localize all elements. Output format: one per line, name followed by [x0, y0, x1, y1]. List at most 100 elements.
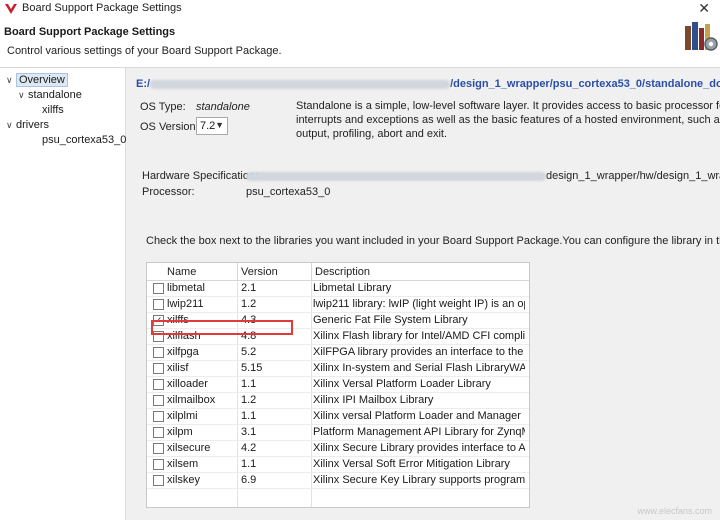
library-description: Xilinx Versal Soft Error Mitigation Libr… [313, 458, 510, 470]
redacted-path [246, 171, 546, 181]
redacted-path [150, 79, 451, 89]
library-name: xilsecure [167, 442, 211, 454]
os-description: Standalone is a simple, low-level softwa… [296, 99, 720, 143]
hw-spec-suffix: design_1_wrapper/hw/design_1_wrapper [546, 170, 720, 182]
bsp-navigator-tree: ∨ Overview ∨ standalone xilffs ∨ drivers ps… [0, 68, 126, 520]
column-header-version[interactable]: Version [241, 266, 278, 278]
dialog-header: Board Support Package Settings Control v… [0, 18, 720, 68]
os-version-value: 7.2 [200, 120, 216, 132]
library-name: lwip211 [167, 298, 204, 310]
domain-path: E:/ /design_1_wrapper/psu_cortexa53_0/sta… [136, 78, 720, 94]
window-titlebar: Board Support Package Settings ✕ [0, 0, 720, 18]
column-divider [311, 263, 312, 281]
description-line: interrupts and exceptions as well as the… [296, 114, 720, 126]
column-divider [237, 263, 238, 281]
library-row[interactable]: xilmailbox 1.2 Xilinx IPI Mailbox Library [147, 393, 529, 409]
library-row[interactable]: xilfpga 5.2 XilFPGA library provides an in… [147, 345, 529, 361]
library-row[interactable]: xilisf 5.15 Xilinx In-system and Serial Fl… [147, 361, 529, 377]
header-title: Board Support Package Settings [4, 26, 176, 38]
library-row[interactable]: xilskey 6.9 Xilinx Secure Key Library supp… [147, 473, 529, 489]
library-checkbox[interactable] [153, 363, 164, 374]
library-row[interactable]: lwip211 1.2 lwip211 library: lwIP (light w… [147, 297, 529, 313]
library-description: Xilinx Versal Platform Loader Library [313, 378, 491, 390]
library-version: 3.1 [241, 426, 257, 438]
library-version: 1.1 [241, 410, 257, 422]
library-row[interactable]: xilplmi 1.1 Xilinx versal Platform Loader … [147, 409, 529, 425]
column-header-name[interactable]: Name [167, 266, 196, 278]
path-prefix: E:/ [136, 78, 151, 90]
library-checkbox[interactable]: ✓ [153, 315, 164, 326]
library-row[interactable]: xilloader 1.1 Xilinx Versal Platform Loade… [147, 377, 529, 393]
library-name: xilpm [167, 426, 193, 438]
tree-expand-icon[interactable]: ∨ [18, 90, 28, 101]
library-instructions: Check the box next to the libraries you … [146, 235, 720, 247]
library-name: xilmailbox [167, 394, 216, 406]
table-header: Name Version Description [147, 263, 529, 281]
library-description: Xilinx versal Platform Loader and Manage… [313, 410, 525, 422]
library-checkbox[interactable] [153, 411, 164, 422]
library-description: Platform Management API Library for Zynq… [313, 426, 525, 438]
library-version: 1.2 [241, 298, 257, 310]
library-row[interactable]: xilsem 1.1 Xilinx Versal Soft Error Mitiga… [147, 457, 529, 473]
library-name: xilsem [167, 458, 199, 470]
hw-spec-label: Hardware Specification: [142, 170, 259, 182]
library-version: 1.1 [241, 378, 257, 390]
library-checkbox[interactable] [153, 475, 164, 486]
library-name: xilskey [167, 474, 201, 486]
header-subtitle: Control various settings of your Board S… [7, 45, 282, 57]
overview-panel: E:/ /design_1_wrapper/psu_cortexa53_0/sta… [126, 68, 720, 520]
library-description: Xilinx Secure Key Library supports progr… [313, 474, 525, 486]
library-description: lwip211 library: lwIP (light weight IP) … [313, 298, 525, 310]
library-description: Generic Fat File System Library [313, 314, 468, 326]
library-version: 2.1 [241, 282, 257, 294]
library-version: 6.9 [241, 474, 257, 486]
tree-item-label: psu_cortexa53_0 [42, 134, 127, 146]
column-header-description[interactable]: Description [315, 266, 370, 278]
library-row[interactable]: xilsecure 4.2 Xilinx Secure Library provid… [147, 441, 529, 457]
library-description: Xilinx Flash library for Intel/AMD CFI c… [313, 330, 525, 342]
library-checkbox[interactable] [153, 379, 164, 390]
os-type-label: OS Type: [140, 101, 186, 113]
library-checkbox[interactable] [153, 443, 164, 454]
bsp-books-icon [685, 22, 718, 51]
library-checkbox[interactable] [153, 283, 164, 294]
tree-item-label: drivers [16, 119, 50, 131]
tree-expand-icon[interactable]: ∨ [6, 120, 16, 131]
library-name: xilplmi [167, 410, 198, 422]
description-line: Standalone is a simple, low-level softwa… [296, 100, 720, 112]
library-checkbox[interactable] [153, 299, 164, 310]
library-version: 5.2 [241, 346, 257, 358]
tree-item-psu-cortexa53-0[interactable]: psu_cortexa53_0 [42, 134, 126, 146]
library-checkbox[interactable] [153, 459, 164, 470]
tree-expand-icon[interactable]: ∨ [6, 75, 16, 86]
library-checkbox[interactable] [153, 395, 164, 406]
library-row[interactable]: ✓ xilffs 4.3 Generic Fat File System Librar… [147, 313, 529, 329]
library-row[interactable]: xilpm 3.1 Platform Management API Library … [147, 425, 529, 441]
library-version: 4.3 [241, 314, 257, 326]
tree-item-standalone[interactable]: ∨ standalone [18, 89, 82, 101]
os-version-select[interactable]: 7.2 ▼ [196, 117, 228, 135]
tree-item-overview[interactable]: ∨ Overview [6, 73, 68, 87]
library-description: XilFPGA library provides an interface to… [313, 346, 525, 358]
processor-value: psu_cortexa53_0 [246, 186, 331, 198]
library-checkbox[interactable] [153, 331, 164, 342]
path-suffix: /design_1_wrapper/psu_cortexa53_0/standa… [450, 78, 720, 90]
os-type-value: standalone [196, 101, 250, 113]
library-version: 4.2 [241, 442, 257, 454]
library-row[interactable]: xilflash 4.8 Xilinx Flash library for Inte… [147, 329, 529, 345]
library-description: Xilinx IPI Mailbox Library [313, 394, 434, 406]
tree-item-label: xilffs [42, 104, 64, 116]
tree-item-drivers[interactable]: ∨ drivers [6, 119, 49, 131]
library-row[interactable]: libmetal 2.1 Libmetal Library [147, 281, 529, 297]
tree-item-xilffs[interactable]: xilffs [42, 104, 64, 116]
library-checkbox[interactable] [153, 427, 164, 438]
close-icon[interactable]: ✕ [698, 0, 710, 17]
library-version: 1.1 [241, 458, 257, 470]
library-description: Xilinx In-system and Serial Flash Librar… [313, 362, 525, 374]
description-line: output, profiling, abort and exit. [296, 128, 448, 140]
vitis-app-icon [5, 4, 17, 14]
library-checkbox[interactable] [153, 347, 164, 358]
library-description: Libmetal Library [313, 282, 392, 294]
library-name: libmetal [167, 282, 205, 294]
library-name: xilffs [167, 314, 189, 326]
